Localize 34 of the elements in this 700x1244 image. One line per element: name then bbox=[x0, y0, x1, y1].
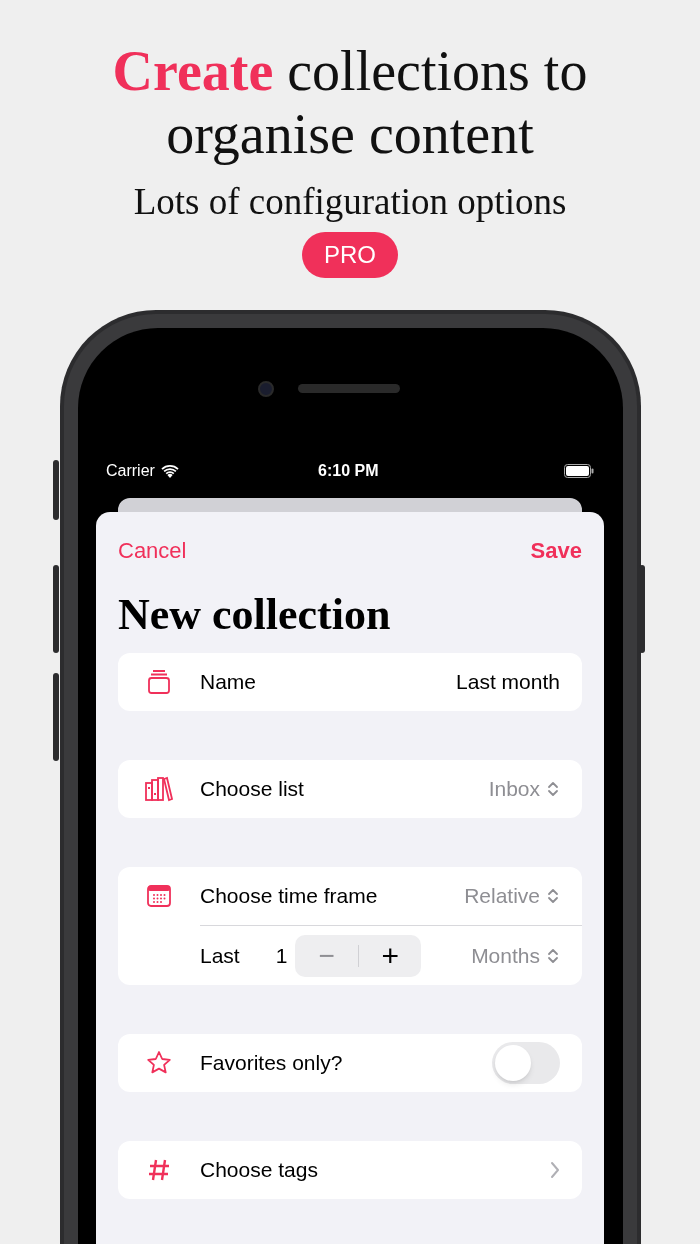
decrement-button[interactable]: − bbox=[295, 941, 358, 970]
calendar-icon bbox=[147, 885, 171, 907]
last-label: Last bbox=[200, 942, 240, 969]
row-label: Favorites only? bbox=[200, 1050, 343, 1077]
name-field[interactable]: Last month bbox=[456, 666, 560, 698]
up-down-chevron-icon bbox=[546, 946, 560, 965]
headline: Create collections to organise content bbox=[111, 40, 589, 166]
count-value: 1 bbox=[275, 942, 288, 969]
battery-icon bbox=[564, 464, 594, 478]
pro-badge: PRO bbox=[302, 232, 398, 278]
time-frame-picker[interactable]: Relative bbox=[464, 880, 560, 912]
wifi-icon bbox=[160, 464, 179, 478]
unit-picker[interactable]: Months bbox=[471, 939, 560, 972]
carrier-label: Carrier bbox=[106, 461, 155, 481]
row-label: Choose list bbox=[200, 776, 304, 803]
up-down-chevron-icon bbox=[546, 887, 560, 905]
subtitle: Lots of configuration options bbox=[133, 180, 567, 224]
list-picker[interactable]: Inbox bbox=[488, 773, 560, 805]
save-button[interactable]: Save bbox=[530, 534, 582, 567]
clock-time: 6:10 PM bbox=[318, 461, 379, 481]
camera-icon bbox=[258, 381, 274, 397]
stack-icon bbox=[146, 669, 172, 695]
up-down-chevron-icon bbox=[546, 780, 560, 798]
row-label: Choose tags bbox=[200, 1157, 318, 1184]
cancel-button[interactable]: Cancel bbox=[118, 534, 187, 567]
chevron-right-icon[interactable] bbox=[550, 1161, 560, 1179]
row-label: Name bbox=[200, 669, 257, 696]
screen-title: New collection bbox=[118, 589, 392, 641]
favorites-toggle[interactable] bbox=[492, 1042, 560, 1084]
books-icon bbox=[144, 776, 174, 802]
star-icon bbox=[146, 1050, 172, 1076]
row-label: Choose time frame bbox=[200, 883, 378, 910]
hashtag-icon bbox=[148, 1158, 170, 1182]
increment-button[interactable]: + bbox=[358, 940, 422, 971]
